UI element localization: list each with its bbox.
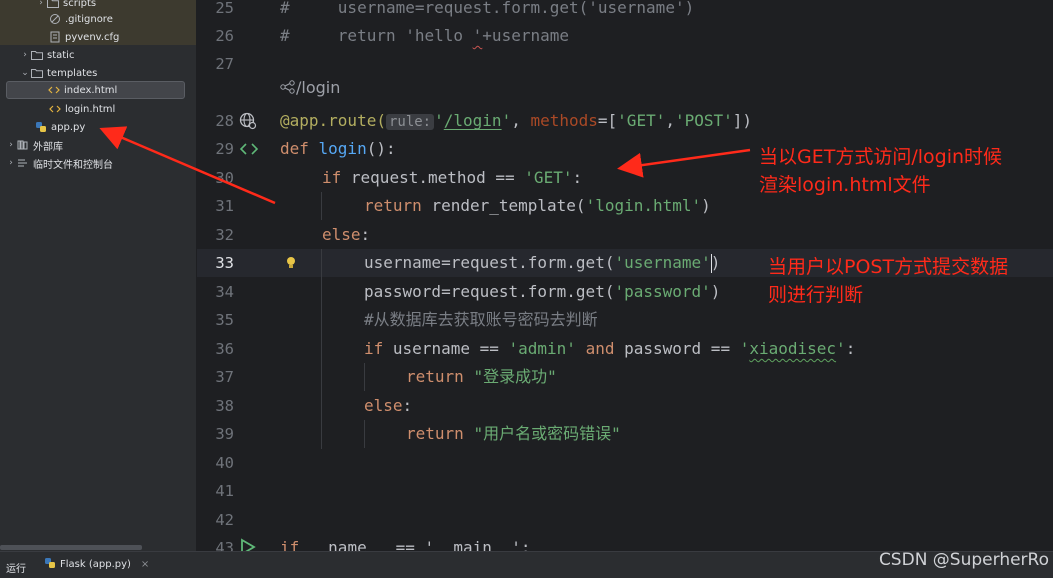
line-number: 40 xyxy=(215,454,234,472)
indent-guide xyxy=(321,249,322,449)
tree-item-gitignore[interactable]: .gitignore xyxy=(38,10,113,28)
line-number: 27 xyxy=(215,55,234,73)
globe-endpoint-icon[interactable] xyxy=(239,112,257,130)
run-play-icon[interactable] xyxy=(239,538,257,551)
tree-item-label: 临时文件和控制台 xyxy=(33,159,113,171)
line-number-gutter: 25 26 27 28 29 30 31 32 33 34 35 36 37 3… xyxy=(197,0,295,551)
line-number: 29 xyxy=(215,140,234,158)
line-number: 42 xyxy=(215,511,234,529)
folder-icon xyxy=(46,0,60,9)
code-line-32: else: xyxy=(322,225,371,244)
line-number: 25 xyxy=(215,0,234,17)
python-run-icon xyxy=(44,557,56,572)
python-file-icon xyxy=(34,121,48,133)
tree-item-label: login.html xyxy=(65,103,116,115)
chevron-right-icon[interactable]: › xyxy=(36,0,46,8)
tree-item-templates[interactable]: ⌄ templates xyxy=(20,64,97,82)
line-number: 28 xyxy=(215,112,234,130)
line-number: 26 xyxy=(215,27,234,45)
line-number: 43 xyxy=(215,539,234,551)
annotation-line: 则进行判断 xyxy=(768,284,864,306)
text-caret xyxy=(711,254,712,273)
indent-guide xyxy=(321,192,322,220)
tree-item-app-py[interactable]: app.py xyxy=(34,118,85,136)
html-file-icon xyxy=(47,84,61,96)
line-number: 36 xyxy=(215,340,234,358)
line-number: 35 xyxy=(215,311,234,329)
chevron-right-icon[interactable]: › xyxy=(20,50,30,60)
route-link: /login xyxy=(443,111,502,130)
chevron-right-icon[interactable]: › xyxy=(6,140,16,150)
tree-item-label: .gitignore xyxy=(65,13,113,25)
tree-item-label: 外部库 xyxy=(33,141,63,153)
code-line-29: def login(): xyxy=(280,139,396,158)
indent-guide xyxy=(364,420,365,448)
library-icon xyxy=(16,139,30,151)
code-line-25: # username=request.form.get('username') xyxy=(280,0,695,17)
tree-item-label: templates xyxy=(47,67,98,79)
line-number: 41 xyxy=(215,482,234,500)
annotation-get-note: 当以GET方式访问/login时候 渲染login.html文件 xyxy=(759,143,1002,199)
scratches-icon xyxy=(16,157,30,169)
config-file-icon xyxy=(48,31,62,43)
annotation-line: 当以GET方式访问/login时候 xyxy=(759,146,1003,168)
share-link-icon xyxy=(280,80,295,94)
code-line-33: username=request.form.get('username') xyxy=(364,253,721,272)
code-line-31: return render_template('login.html') xyxy=(364,196,711,215)
folder-icon xyxy=(30,49,44,61)
code-line-28: @app.route(rule: '/login', methods=['GET'… xyxy=(280,111,753,130)
line-number: 30 xyxy=(215,169,234,187)
project-sidebar: › scripts .gitignore pyvenv.cfg › static… xyxy=(0,0,197,551)
annotation-line: 当用户以POST方式提交数据 xyxy=(768,256,1009,278)
code-line-38: else: xyxy=(364,396,413,415)
code-line-43: if __name__ == '__main__': xyxy=(280,538,531,551)
tree-item-label: pyvenv.cfg xyxy=(65,31,120,43)
code-line-30: if request.method == 'GET': xyxy=(322,168,583,187)
tree-item-label: index.html xyxy=(64,84,118,96)
line-number: 31 xyxy=(215,197,234,215)
run-tab-label: Flask (app.py) xyxy=(60,559,131,570)
tree-item-external-libraries[interactable]: › 外部库 xyxy=(6,136,63,154)
folder-icon xyxy=(30,67,44,79)
annotation-post-note: 当用户以POST方式提交数据 则进行判断 xyxy=(768,253,1008,309)
code-line-34: password=request.form.get('password') xyxy=(364,282,721,301)
tree-item-label: scripts xyxy=(63,0,97,9)
bottom-tool-bar: 运行 Flask (app.py) × CSDN @SuperherRo xyxy=(0,550,1053,578)
sidebar-horizontal-scrollbar[interactable] xyxy=(0,545,142,550)
gitignore-icon xyxy=(48,13,62,25)
tree-item-login-html[interactable]: login.html xyxy=(48,100,115,118)
tree-item-label: app.py xyxy=(51,121,86,133)
lightbulb-icon[interactable] xyxy=(285,255,297,273)
code-line-36: if username == 'admin' and password == '… xyxy=(364,339,856,358)
tree-item-static[interactable]: › static xyxy=(20,46,74,64)
code-line-35: #从数据库去获取账号密码去判断 xyxy=(364,310,598,329)
line-number: 37 xyxy=(215,368,234,386)
line-number: 34 xyxy=(215,283,234,301)
parameter-hint: rule: xyxy=(385,114,435,130)
line-number: 32 xyxy=(215,226,234,244)
run-tool-label[interactable]: 运行 xyxy=(6,560,26,575)
html-template-gutter-icon[interactable] xyxy=(239,140,259,158)
tree-item-pyvenv[interactable]: pyvenv.cfg xyxy=(38,28,119,46)
code-line-39: return "用户名或密码错误" xyxy=(406,424,621,443)
html-file-icon xyxy=(48,103,62,115)
close-icon[interactable]: × xyxy=(141,559,149,570)
watermark: CSDN @SuperherRo xyxy=(878,550,1049,570)
line-number: 39 xyxy=(215,425,234,443)
indent-guide xyxy=(364,363,365,391)
tree-item-index-html[interactable]: index.html xyxy=(6,81,185,99)
tree-item-label: static xyxy=(47,49,75,61)
chevron-right-icon[interactable]: › xyxy=(6,158,16,168)
code-line-37: return "登录成功" xyxy=(406,367,557,386)
line-number-current: 33 xyxy=(215,254,234,272)
line-number: 38 xyxy=(215,397,234,415)
endpoint-route-hint[interactable]: /login xyxy=(280,78,340,97)
code-line-26: # return 'hello '+username xyxy=(280,26,569,45)
annotation-line: 渲染login.html文件 xyxy=(759,174,931,196)
tree-item-scratches[interactable]: › 临时文件和控制台 xyxy=(6,154,113,172)
chevron-down-icon[interactable]: ⌄ xyxy=(20,68,30,78)
run-tab-flask[interactable]: Flask (app.py) × xyxy=(44,557,149,572)
